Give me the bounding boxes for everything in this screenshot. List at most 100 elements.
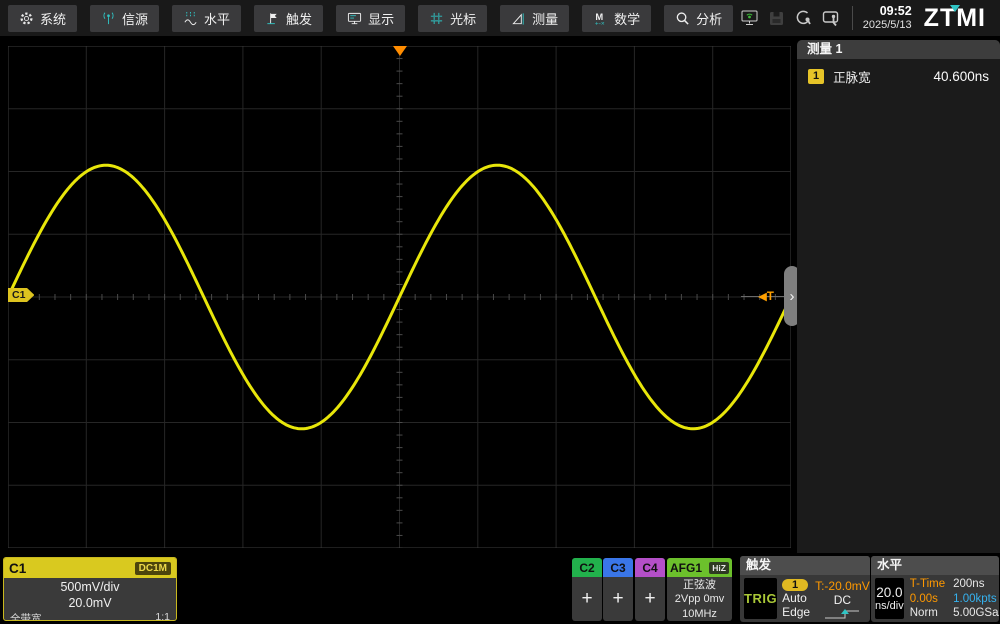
trigger-section: 触发 TRIG 1 Auto Edge T:-20.0mV DC [740, 556, 870, 622]
math-icon: M+-× [593, 11, 608, 26]
channel4-box[interactable]: C4 + [635, 558, 665, 621]
menu-label: 分析 [696, 9, 722, 28]
measurement-panel: 测量 1 1 正脉宽 40.600ns [797, 40, 1000, 553]
channel2-add-icon[interactable]: + [572, 577, 602, 621]
clock: 09:52 2025/5/13 [863, 4, 912, 31]
svg-text:+-×: +-× [595, 20, 605, 25]
timebase-box[interactable]: 20.0 ns/div [875, 578, 904, 619]
waveform-display[interactable] [8, 46, 791, 548]
timebase-value: 20.0 [876, 585, 902, 600]
menu-trigger[interactable]: 触发 [254, 5, 323, 32]
storage-icon [768, 10, 785, 27]
channel4-add-icon[interactable]: + [635, 577, 665, 621]
channel1-scale: 500mV/div [4, 580, 176, 596]
t-time-value: 200ns [953, 578, 999, 590]
timebase-unit: ns/div [875, 600, 904, 612]
trigger-position-marker-icon[interactable] [393, 46, 407, 56]
menu-label: 信源 [122, 9, 148, 28]
menu-label: 显示 [368, 9, 394, 28]
trigger-type[interactable]: Edge [782, 605, 810, 619]
afg-name: AFG1 [670, 561, 702, 575]
channel3-add-icon[interactable]: + [603, 577, 633, 621]
display-icon [347, 11, 362, 26]
date-display: 2025/5/13 [863, 19, 912, 32]
channel1-probe: 1:1 [155, 611, 170, 621]
horizontal-icon [183, 11, 198, 26]
magnifier-icon [675, 11, 690, 26]
trigger-source-badge[interactable]: 1 [782, 579, 808, 591]
menu-label: 光标 [450, 9, 476, 28]
measurement-panel-title: 测量 1 [797, 40, 1000, 59]
measure-icon [511, 11, 526, 26]
channel1-box[interactable]: C1 DC1M 500mV/div 20.0mV 全带宽 1:1 [3, 557, 177, 621]
channel2-box[interactable]: C2 + [572, 558, 602, 621]
sample-rate: 5.00GSa/s [953, 607, 999, 619]
measurement-source-badge: 1 [808, 69, 824, 84]
afg-amplitude: 2Vpp 0mv [667, 592, 732, 606]
menu-math[interactable]: M+-× 数学 [582, 5, 651, 32]
horizontal-offset[interactable]: 0.00s [910, 593, 945, 605]
afg-header: AFG1 HiZ [667, 558, 732, 577]
menu-label: 测量 [532, 9, 558, 28]
channel1-bandwidth: 全带宽 [10, 611, 42, 621]
trigger-section-body: TRIG 1 Auto Edge T:-20.0mV DC [740, 575, 870, 622]
afg-box[interactable]: AFG1 HiZ 正弦波 2Vpp 0mv 10MHz [667, 558, 732, 621]
horizontal-settings: T-Time 200ns 0.00s 1.00kpts Norm 5.00GSa… [910, 578, 999, 619]
channel3-box[interactable]: C3 + [603, 558, 633, 621]
horizontal-section-title: 水平 [871, 556, 999, 575]
menu-measure[interactable]: 测量 [500, 5, 569, 32]
horizontal-section: 水平 20.0 ns/div T-Time 200ns 0.00s 1.00kp… [871, 556, 999, 622]
record-length: 1.00kpts [953, 593, 999, 605]
rising-edge-icon [823, 607, 861, 622]
topbar-divider [852, 6, 853, 30]
trig-button[interactable]: TRIG [744, 578, 777, 619]
afg-impedance-badge: HiZ [709, 562, 729, 574]
trigger-section-title: 触发 [740, 556, 870, 575]
channel1-name: C1 [9, 561, 26, 576]
menu-label: 水平 [204, 9, 230, 28]
touch-gesture-icon[interactable] [794, 9, 813, 27]
menu-cursor[interactable]: 光标 [418, 5, 487, 32]
network-display-icon [740, 9, 759, 27]
menu-label: 数学 [614, 9, 640, 28]
time-display: 09:52 [863, 4, 912, 18]
channel1-offset: 20.0mV [4, 596, 176, 612]
t-time-label: T-Time [910, 578, 945, 590]
afg-settings: 正弦波 2Vpp 0mv 10MHz [667, 577, 732, 621]
oscilloscope-app: 系统 信源 水平 触发 显示 [0, 0, 1000, 624]
channel2-name: C2 [572, 558, 602, 577]
trigger-settings-col2: T:-20.0mV DC [815, 578, 870, 619]
trigger-settings-col1: 1 Auto Edge [782, 578, 810, 619]
trigger-level-value[interactable]: T:-20.0mV [815, 579, 870, 593]
menu-source[interactable]: 信源 [90, 5, 159, 32]
menu-label: 系统 [40, 9, 66, 28]
horizontal-section-body: 20.0 ns/div T-Time 200ns 0.00s 1.00kpts … [871, 575, 999, 622]
channel1-extra: 全带宽 1:1 [4, 611, 176, 621]
measurement-row[interactable]: 1 正脉宽 40.600ns [797, 59, 1000, 93]
afg-frequency: 10MHz [667, 607, 732, 621]
hand-touch-icon[interactable] [822, 9, 842, 27]
topbar: 系统 信源 水平 触发 显示 [0, 0, 1000, 36]
brand-logo: ZTMI [924, 4, 986, 33]
channel1-header: C1 DC1M [4, 558, 176, 578]
trigger-mode[interactable]: Auto [782, 591, 810, 605]
trigger-coupling[interactable]: DC [834, 593, 851, 607]
menu-horizontal[interactable]: 水平 [172, 5, 241, 32]
gear-icon [19, 11, 34, 26]
afg-waveform: 正弦波 [667, 578, 732, 592]
trigger-flag-icon [265, 11, 280, 26]
brand-logo-triangle-icon [950, 5, 960, 12]
main-menu: 系统 信源 水平 触发 显示 [8, 5, 733, 32]
measurement-value: 40.600ns [933, 69, 989, 84]
acquisition-mode[interactable]: Norm [910, 607, 945, 619]
channel3-name: C3 [603, 558, 633, 577]
measurement-label: 正脉宽 [833, 67, 871, 86]
menu-display[interactable]: 显示 [336, 5, 405, 32]
cursor-icon [429, 11, 444, 26]
menu-system[interactable]: 系统 [8, 5, 77, 32]
menu-label: 触发 [286, 9, 312, 28]
signal-source-icon [101, 11, 116, 26]
menu-analyze[interactable]: 分析 [664, 5, 733, 32]
status-icons [740, 9, 842, 27]
trigger-level-marker[interactable]: ◀T [758, 289, 774, 303]
